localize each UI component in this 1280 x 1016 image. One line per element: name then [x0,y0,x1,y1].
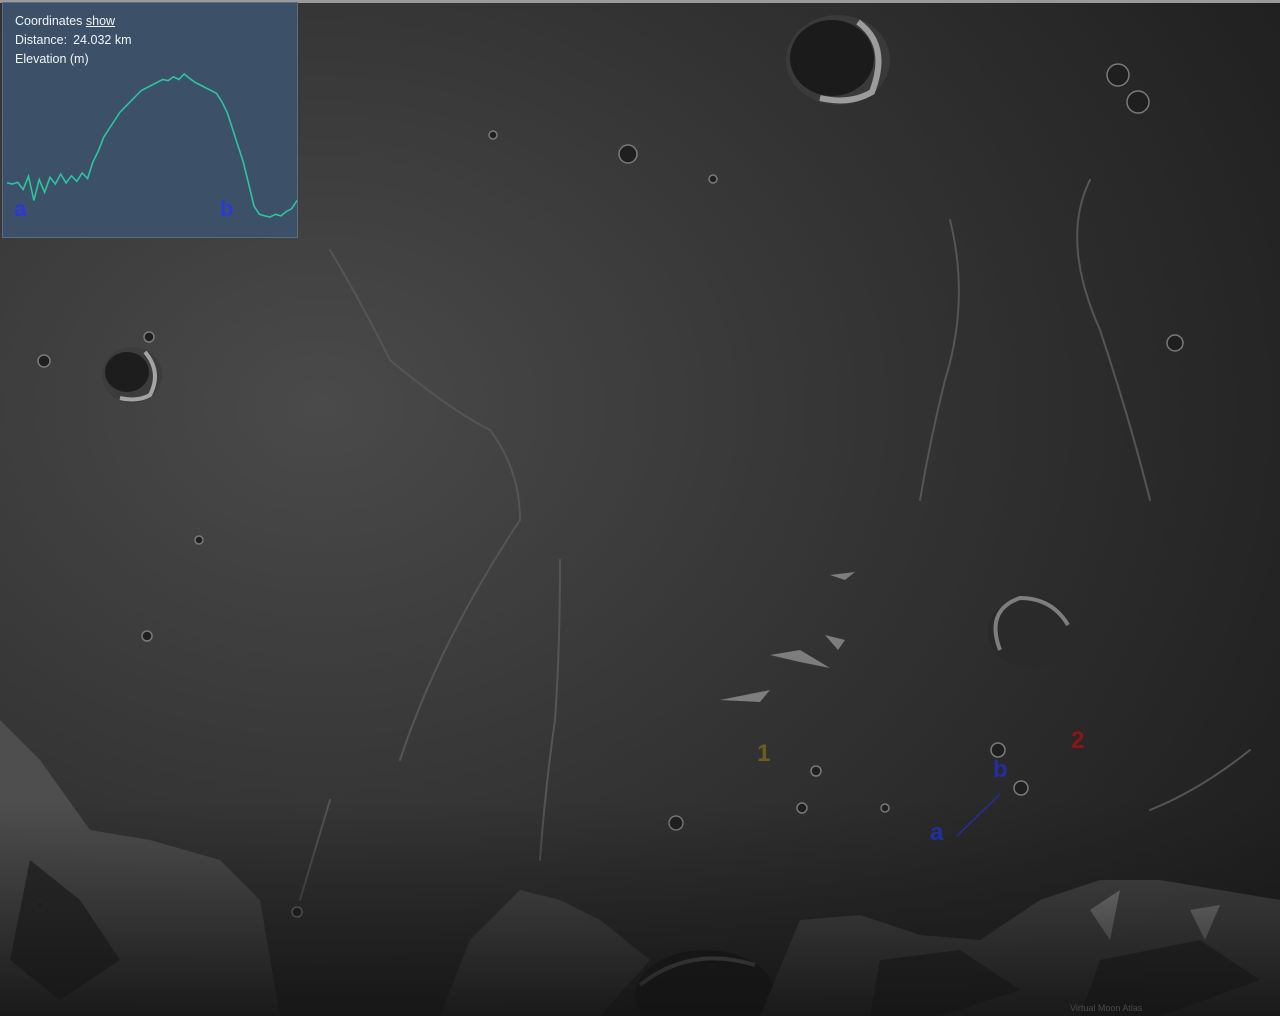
crater-east [988,595,1072,668]
watermark: Virtual Moon Atlas [1070,1003,1143,1013]
map-point-b: b [993,756,1008,783]
map-label-1: 1 [757,740,771,767]
elevation-label: Elevation (m) [15,52,89,66]
coordinates-show-link[interactable]: show [86,14,115,28]
crater-west [102,347,162,403]
distance-label: Distance: [15,33,68,47]
map-label-2: 2 [1071,727,1085,754]
map-point-a: a [930,819,944,846]
profile-point-b: b [220,196,234,221]
elevation-profile-panel: Coordinates show Distance: 24.032 km Elev… [2,2,298,238]
distance-row: Distance: 24.032 km [15,33,131,47]
coordinates-row: Coordinates show [15,14,115,28]
elevation-profile-line [6,72,298,218]
profile-point-a: a [14,196,27,221]
distance-value: 24.032 km [73,33,132,47]
coordinates-label: Coordinates [15,14,83,28]
crater-large-north [786,15,890,105]
elevation-profile-chart [6,72,298,218]
